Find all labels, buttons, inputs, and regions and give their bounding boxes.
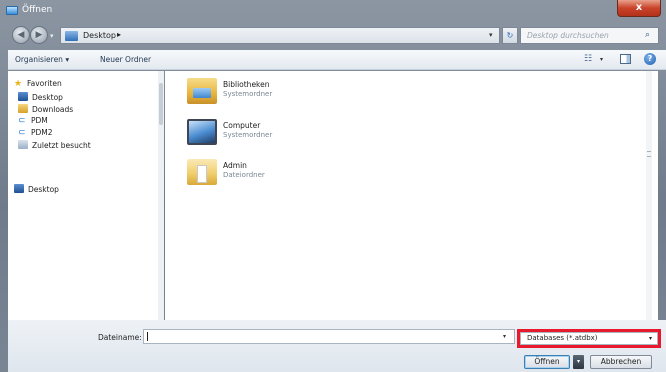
item-name: Bibliotheken (223, 80, 270, 89)
sidebar-scrollbar-thumb[interactable] (159, 83, 163, 125)
sidebar-item-pdm2[interactable]: ⊂ PDM2 (18, 128, 53, 140)
title-bar: Öffnen x (0, 0, 666, 22)
organize-button[interactable]: Organisieren ▾ (15, 55, 69, 64)
libraries-icon (187, 78, 217, 104)
search-placeholder: Desktop durchsuchen (527, 31, 609, 40)
desktop-icon (65, 31, 78, 41)
item-name: Admin (223, 161, 247, 170)
new-folder-button[interactable]: Neuer Ordner (100, 55, 151, 64)
address-dropdown-icon[interactable]: ▾ (489, 31, 493, 39)
search-input[interactable]: Desktop durchsuchen ⌕ (520, 27, 659, 44)
sidebar-item-label: PDM2 (31, 128, 53, 137)
scroll-grip-icon[interactable] (647, 151, 651, 157)
recent-locations-dropdown-icon[interactable]: ▾ (50, 32, 54, 40)
refresh-button[interactable]: ↻ (502, 27, 518, 44)
window-icon (6, 6, 18, 15)
search-icon[interactable]: ⌕ (645, 30, 650, 40)
folder-icon (187, 159, 217, 185)
navigation-bar: ◀ ▶ ▾ Desktop ▸ ▾ ↻ Desktop durchsuchen … (0, 22, 666, 48)
item-type: Systemordner (223, 90, 273, 98)
sidebar-item-desktop[interactable]: Desktop (18, 92, 63, 104)
sidebar-item-label: Zuletzt besucht (32, 141, 91, 150)
file-list: Bibliotheken Systemordner Computer Syste… (165, 71, 658, 320)
star-icon: ★ (14, 79, 23, 89)
pdm-icon: ⊂ (18, 128, 26, 138)
item-type: Systemordner (223, 131, 273, 139)
sidebar-item-label: Desktop (32, 93, 63, 102)
back-button[interactable]: ◀ (12, 26, 30, 44)
breadcrumb-chevron-icon[interactable]: ▸ (117, 30, 121, 39)
open-button[interactable]: Öffnen (524, 355, 570, 369)
forward-arrow-icon: ▶ (35, 30, 43, 40)
address-bar[interactable]: Desktop ▸ ▾ (60, 27, 500, 44)
highlight-box (517, 329, 661, 348)
list-item-admin[interactable]: Admin Dateiordner (183, 157, 383, 189)
pdm-icon: ⊂ (18, 116, 26, 126)
close-button[interactable]: x (617, 0, 661, 17)
sidebar-scrollbar[interactable] (158, 71, 164, 320)
window-title: Öffnen (22, 5, 53, 15)
sidebar-item-favorites[interactable]: ★ Favoriten (14, 79, 62, 91)
open-split-dropdown-icon[interactable]: ▾ (573, 355, 584, 369)
filename-input[interactable] (143, 329, 515, 344)
sidebar-item-recent[interactable]: Zuletzt besucht (18, 140, 91, 152)
list-item-computer[interactable]: Computer Systemordner (183, 117, 383, 149)
filename-label: Dateiname: (98, 333, 142, 342)
forward-button[interactable]: ▶ (30, 26, 48, 44)
cancel-button[interactable]: Abbrechen (590, 355, 652, 369)
sidebar-item-desktop-root[interactable]: Desktop (14, 184, 59, 196)
sidebar-item-label: Desktop (28, 185, 59, 194)
sidebar-item-label: Favoriten (27, 79, 62, 88)
sidebar-item-label: Downloads (32, 105, 74, 114)
view-options-icon[interactable]: ☷ (584, 54, 592, 64)
computer-icon (187, 119, 217, 145)
sidebar-item-pdm[interactable]: ⊂ PDM (18, 116, 48, 128)
preview-pane-icon[interactable] (620, 54, 631, 64)
sidebar-item-label: PDM (31, 116, 48, 125)
content-scrollbar[interactable] (646, 71, 652, 320)
sidebar-item-downloads[interactable]: Downloads (18, 104, 73, 116)
text-caret (147, 332, 148, 341)
open-file-dialog: Öffnen x ◀ ▶ ▾ Desktop ▸ ▾ ↻ Desktop dur… (0, 0, 666, 372)
help-icon[interactable]: ? (644, 53, 656, 65)
breadcrumb-desktop[interactable]: Desktop (83, 31, 116, 40)
view-dropdown-icon[interactable]: ▾ (600, 56, 603, 63)
item-type: Dateiordner (223, 171, 265, 179)
downloads-icon (18, 104, 28, 113)
command-toolbar: Organisieren ▾ Neuer Ordner ☷ ▾ ? (8, 50, 666, 70)
back-arrow-icon: ◀ (17, 30, 25, 40)
item-name: Computer (223, 121, 261, 130)
desktop-icon (18, 92, 28, 101)
recent-icon (18, 140, 28, 149)
navigation-pane: ★ Favoriten Desktop Downloads ⊂ PDM ⊂ PDM2 … (8, 71, 164, 320)
list-item-libraries[interactable]: Bibliotheken Systemordner (183, 76, 383, 108)
filename-dropdown-icon[interactable]: ▾ (503, 333, 506, 340)
desktop-icon (14, 184, 24, 193)
dialog-footer: Dateiname: ▾ Databases (*.atdbx) ▾ Öffne… (8, 320, 666, 372)
